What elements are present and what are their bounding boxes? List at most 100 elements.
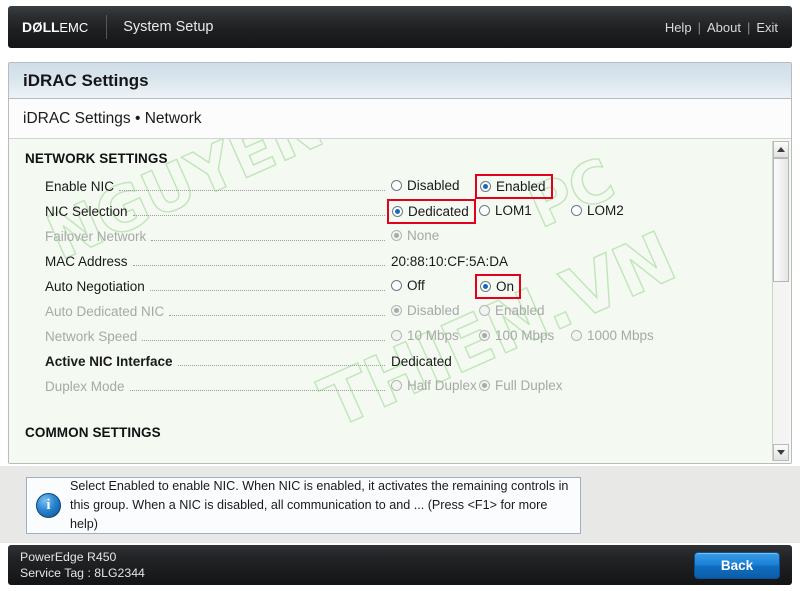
radio-option: Full Duplex [479, 378, 563, 393]
setting-row: Duplex Mode Half Duplex Full Duplex [9, 374, 791, 399]
setting-value: 20:88:10:CF:5A:DA [391, 254, 509, 269]
radio-selected-icon [391, 229, 402, 241]
setting-label: Network Speed [45, 329, 138, 344]
setting-label: Enable NIC [45, 179, 115, 194]
radio-option: None [391, 228, 439, 243]
leader-dots [129, 390, 385, 391]
radio-option: Disabled [391, 303, 460, 318]
radio-option[interactable]: Disabled [391, 178, 460, 193]
info-icon: i [36, 493, 61, 518]
radio-option-label: LOM2 [587, 202, 624, 218]
radio-selected-icon [479, 329, 490, 341]
help-message-box: i Select Enabled to enable NIC. When NIC… [26, 477, 581, 534]
radio-option-label: None [407, 227, 440, 243]
radio-option-label: 10 Mbps [407, 327, 459, 343]
radio-selected-icon [391, 304, 402, 316]
idrac-settings-panel: iDRAC Settings iDRAC Settings • Network … [8, 62, 792, 464]
setting-value-group: Dedicated LOM1 LOM2 [387, 198, 791, 224]
exit-link[interactable]: Exit [756, 20, 778, 35]
radio-group: Disabled Enabled [391, 303, 791, 321]
leader-dots [119, 190, 385, 191]
radio-option-label: 1000 Mbps [587, 327, 654, 343]
footer-bar: PowerEdge R450 Service Tag : 8LG2344 Bac… [8, 545, 792, 585]
logo-text-emc: EMC [59, 19, 89, 35]
radio-selected-icon [392, 205, 403, 217]
help-text: Select Enabled to enable NIC. When NIC i… [70, 479, 569, 531]
setting-row: Auto Dedicated NIC Disabled Enabled [9, 299, 791, 324]
system-setup-window: DØLL EMC System Setup Help | About | Exit… [0, 0, 800, 591]
radio-option[interactable]: Off [391, 278, 425, 293]
leader-dots [132, 265, 385, 266]
chevron-down-icon [777, 450, 785, 455]
radio-option[interactable]: Dedicated [387, 198, 476, 224]
help-link[interactable]: Help [665, 20, 692, 35]
radio-selected-icon [480, 280, 491, 292]
link-separator-1: | [697, 19, 701, 35]
setting-row[interactable]: Enable NIC Disabled Enabled [9, 173, 791, 199]
leader-dots [169, 315, 385, 316]
dell-emc-logo: DØLL EMC [22, 19, 88, 35]
radio-option: 100 Mbps [479, 328, 554, 343]
radio-option-label: LOM1 [495, 202, 532, 218]
leader-dots [151, 240, 385, 241]
breadcrumb-bar: iDRAC Settings • Network [9, 99, 791, 139]
about-link[interactable]: About [707, 20, 741, 35]
radio-option-label: 100 Mbps [495, 327, 555, 343]
radio-option[interactable]: On [474, 273, 522, 299]
back-button[interactable]: Back [694, 551, 780, 579]
setting-value-group: Dedicated [391, 354, 791, 369]
radio-unselected-icon [391, 329, 402, 341]
setting-row[interactable]: Active NIC Interface Dedicated [9, 349, 791, 374]
radio-option-label: Enabled [495, 302, 545, 318]
app-title: System Setup [123, 19, 214, 35]
radio-option[interactable]: LOM1 [479, 203, 532, 218]
settings-list: NETWORK SETTINGS Enable NIC Disabled Enable… [9, 139, 791, 440]
setting-row[interactable]: Auto Negotiation Off On [9, 273, 791, 299]
radio-group: Disabled Enabled [391, 173, 791, 199]
radio-option-label: On [496, 278, 515, 294]
page-title-bar: iDRAC Settings [9, 63, 791, 99]
scroll-down-button[interactable] [773, 444, 789, 461]
leader-dots [132, 215, 385, 216]
radio-unselected-icon [479, 204, 490, 216]
setting-label: Duplex Mode [45, 379, 125, 394]
header-divider [106, 15, 108, 39]
setting-label: Active NIC Interface [45, 354, 173, 369]
radio-unselected-icon [391, 179, 402, 191]
radio-unselected-icon [391, 379, 402, 391]
radio-option-label: Half Duplex [407, 377, 477, 393]
settings-group-heading: NETWORK SETTINGS [25, 151, 168, 166]
top-header-bar: DØLL EMC System Setup Help | About | Exit [8, 6, 792, 48]
setting-label: NIC Selection [45, 204, 128, 219]
setting-value-group: Off On [391, 273, 791, 299]
system-info: PowerEdge R450 Service Tag : 8LG2344 [20, 549, 145, 581]
radio-option-label: Disabled [407, 302, 460, 318]
service-tag: Service Tag : 8LG2344 [20, 566, 145, 580]
setting-label: Failover Network [45, 229, 147, 244]
radio-option: 10 Mbps [391, 328, 459, 343]
setting-row: Failover Network None [9, 224, 791, 249]
breadcrumb: iDRAC Settings • Network [23, 109, 202, 127]
radio-group: Half Duplex Full Duplex [391, 378, 791, 396]
setting-row[interactable]: MAC Address 20:88:10:CF:5A:DA [9, 249, 791, 274]
link-separator-2: | [746, 19, 751, 35]
setting-value-group: 10 Mbps 100 Mbps 1000 Mbps [391, 328, 791, 346]
radio-group: 10 Mbps 100 Mbps 1000 Mbps [391, 328, 791, 346]
radio-unselected-icon [479, 304, 490, 316]
radio-option[interactable]: LOM2 [571, 203, 624, 218]
radio-option: 1000 Mbps [571, 328, 654, 343]
settings-scroll-area[interactable]: NGUYEN THIEN.VN PC NETWORK SETTINGS Enabl… [9, 139, 791, 463]
leader-dots [142, 340, 385, 341]
logo-text-dell: DØLL [22, 19, 60, 35]
setting-value-group: Disabled Enabled [391, 303, 791, 321]
radio-unselected-icon [391, 279, 402, 291]
setting-value-group: 20:88:10:CF:5A:DA [391, 254, 791, 269]
setting-row: Network Speed 10 Mbps 100 Mbps 1000 Mbps [9, 324, 791, 349]
setting-label: Auto Negotiation [45, 279, 145, 294]
radio-group: Dedicated LOM1 LOM2 [387, 198, 791, 224]
radio-option-label: Disabled [407, 177, 460, 193]
radio-option: Half Duplex [391, 378, 477, 393]
setting-row[interactable]: NIC Selection Dedicated LOM1 LOM2 [9, 198, 791, 224]
radio-option[interactable]: Enabled [475, 173, 553, 199]
leader-dots [177, 365, 385, 366]
